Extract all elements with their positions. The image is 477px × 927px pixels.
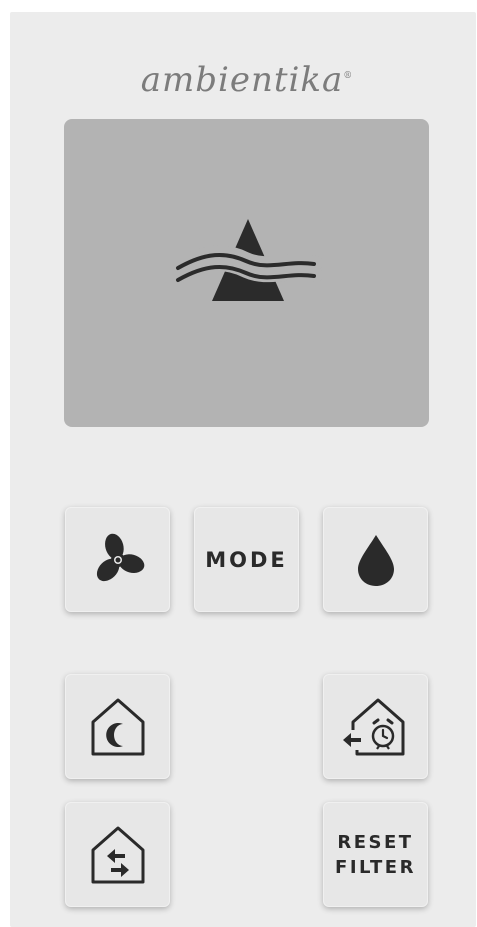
timer-button[interactable] [323,674,428,779]
mode-label: MODE [205,547,288,572]
brand-logo: ambientika® [122,54,372,106]
house-alarm-clock-icon [342,698,404,755]
fan-button[interactable] [65,507,170,612]
humidity-button[interactable] [323,507,428,612]
water-drop-icon [357,534,394,586]
air-exchange-button[interactable] [65,802,170,907]
house-arrows-icon [91,826,144,883]
house-moon-icon [91,698,144,755]
mode-button[interactable]: MODE [194,507,299,612]
night-mode-button[interactable] [65,674,170,779]
fan-icon [96,533,144,581]
brand-name: ambientika [140,60,344,100]
reset-filter-label: RESET FILTER [335,830,416,880]
reset-label: RESET [337,831,414,853]
remote-control-panel: ambientika® MODE RESET FILTER [10,12,476,927]
filter-label: FILTER [335,856,416,878]
ambientika-logo-icon [169,219,323,301]
registered-mark: ® [343,71,354,81]
display-screen [64,119,429,427]
reset-filter-button[interactable]: RESET FILTER [323,802,428,907]
